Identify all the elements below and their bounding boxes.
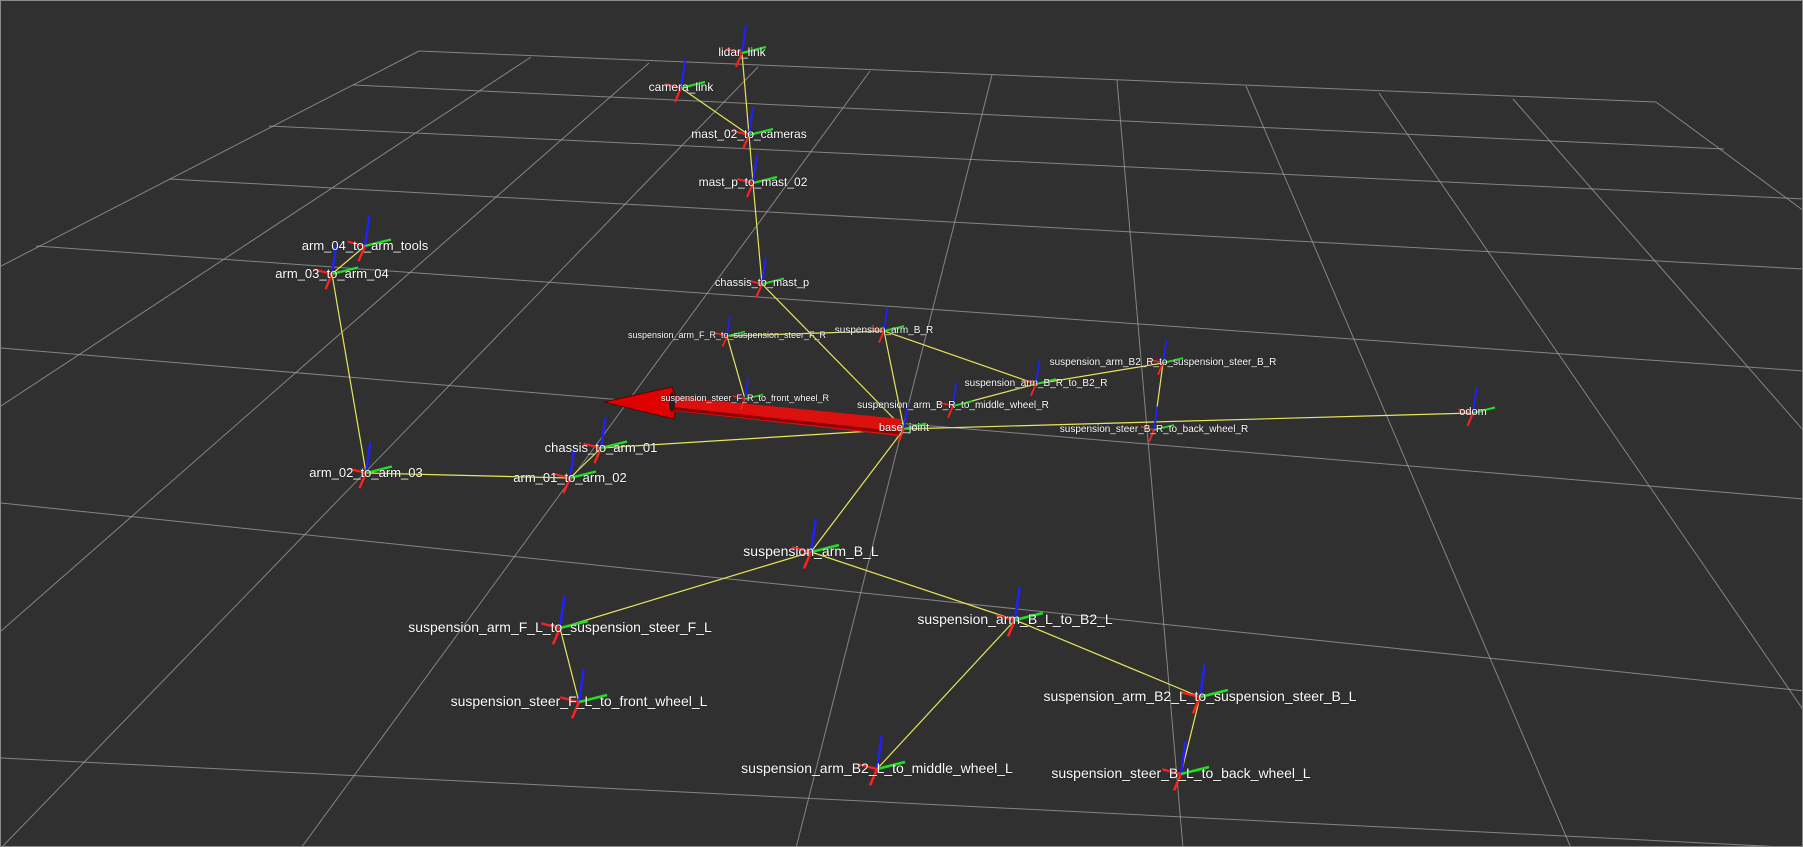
frame-label-suspension_arm_F_L_to_suspension_steer_F_L[interactable]: suspension_arm_F_L_to_suspension_steer_F… (408, 620, 712, 634)
grid-line (1, 50, 420, 267)
tf-link-line (559, 627, 580, 703)
frame-label-suspension_steer_F_R_to_front_wheel_R[interactable]: suspension_steer_F_R_to_front_wheel_R (661, 394, 829, 403)
frame-label-lidar_link[interactable]: lidar_link (718, 46, 765, 58)
tf-link-line (810, 428, 905, 553)
frame-label-odom[interactable]: odom (1459, 406, 1487, 418)
frame-label-suspension_steer_F_L_to_front_wheel_L[interactable]: suspension_steer_F_L_to_front_wheel_L (451, 694, 708, 708)
frame-label-camera_link[interactable]: camera_link (649, 81, 714, 93)
3d-render-viewport[interactable]: lidar_link camera_link mast_02_to_camerasm… (0, 0, 1803, 847)
grid-line (1378, 92, 1802, 709)
frame-label-arm_02_to_arm_03[interactable]: arm_02_to_arm_03 (309, 466, 422, 479)
frame-label-chassis_to_arm_01[interactable]: chassis_to_arm_01 (545, 441, 658, 454)
frame-label-suspension_arm_B_R[interactable]: suspension_arm_B_R (835, 325, 933, 336)
grid-line (168, 178, 1802, 270)
grid-line (1, 62, 650, 632)
frame-label-mast_p_to_mast_02[interactable]: mast_p_to_mast_02 (699, 176, 808, 188)
grid-line (1116, 79, 1184, 846)
frame-label-suspension_arm_B2_R_to_suspension_steer_B_R[interactable]: suspension_arm_B2_R_to_suspension_steer_… (1050, 357, 1277, 368)
frame-label-suspension_arm_B2_L_to_suspension_steer_B_L[interactable]: suspension_arm_B2_L_to_suspension_steer_… (1044, 689, 1357, 703)
grid-line (795, 74, 993, 846)
frame-label-suspension_arm_B_L_to_B2_L[interactable]: suspension_arm_B_L_to_B2_L (917, 612, 1112, 626)
grid-line (268, 125, 1802, 200)
tf-link-line (559, 551, 812, 629)
tf-link-line (883, 330, 905, 430)
frame-label-suspension_arm_B2_L_to_middle_wheel_L[interactable]: suspension_arm_B2_L_to_middle_wheel_L (741, 761, 1013, 775)
grid-line (1512, 98, 1802, 430)
tf-link-line (752, 182, 763, 285)
tf-link-line (1014, 619, 1201, 698)
frame-label-suspension_steer_B_L_to_back_wheel_L[interactable]: suspension_steer_B_L_to_back_wheel_L (1051, 766, 1310, 780)
grid-line (1245, 85, 1571, 846)
tf-links (331, 52, 1474, 775)
grid-line (1, 56, 532, 407)
tf-link-line (810, 551, 1016, 621)
frame-label-suspension_arm_B_R_to_middle_wheel_R[interactable]: suspension_arm_B_R_to_middle_wheel_R (857, 400, 1049, 411)
tf-link-line (883, 330, 1037, 385)
frame-label-arm_03_to_arm_04[interactable]: arm_03_to_arm_04 (275, 267, 388, 280)
frame-label-mast_02_to_cameras[interactable]: mast_02_to_cameras (691, 128, 806, 140)
grid-line (2, 66, 759, 846)
ground-grid (1, 50, 1802, 846)
tf-link-line (331, 273, 367, 474)
frame-label-base_joint[interactable]: base_joint (879, 422, 929, 434)
grid-line (418, 50, 1657, 103)
frame-label-suspension_steer_B_R_to_back_wheel_R[interactable]: suspension_steer_B_R_to_back_wheel_R (1060, 424, 1248, 435)
tf-link-line (726, 335, 746, 400)
tf-link-line (741, 52, 750, 136)
grid-line (35, 245, 1802, 372)
frame-label-suspension_arm_B_R_to_B2_R[interactable]: suspension_arm_B_R_to_B2_R (965, 378, 1108, 389)
frame-label-arm_04_to_arm_tools[interactable]: arm_04_to_arm_tools (302, 239, 428, 252)
frame-label-suspension_arm_B_L[interactable]: suspension_arm_B_L (743, 544, 878, 558)
frame-label-arm_01_to_arm_02[interactable]: arm_01_to_arm_02 (513, 471, 626, 484)
frame-label-chassis_to_mast_p[interactable]: chassis_to_mast_p (715, 277, 809, 289)
grid-line (1, 502, 1802, 692)
tf-link-line (876, 619, 1016, 770)
frame-label-suspension_arm_F_R_to_suspension_steer_F_R[interactable]: suspension_arm_F_R_to_suspension_steer_F… (628, 331, 826, 340)
grid-line (1655, 101, 1802, 211)
